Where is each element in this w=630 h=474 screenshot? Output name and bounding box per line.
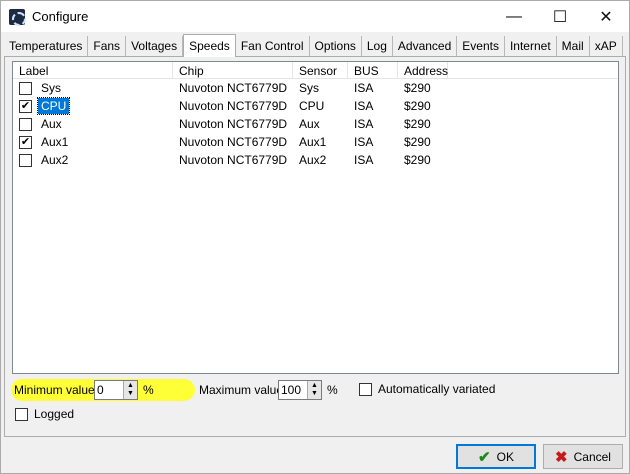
tab-mail[interactable]: Mail (557, 36, 590, 56)
spinner-arrows-icon[interactable]: ▲ ▼ (307, 381, 321, 399)
tab-internet[interactable]: Internet (505, 36, 557, 56)
logged-label: Logged (34, 407, 75, 421)
tab-speeds[interactable]: Speeds (183, 34, 236, 57)
row-bus-cell: ISA (354, 153, 374, 167)
tab-strip: Temperatures Fans Voltages Speeds Fan Co… (4, 34, 628, 57)
speeds-panel: Label Chip Sensor BUS Address Sys Nuvoton… (4, 56, 626, 437)
column-address[interactable]: Address (398, 62, 448, 79)
checkbox-icon[interactable] (19, 81, 32, 95)
row-sensor-cell: Aux (299, 117, 320, 131)
row-label-cell[interactable]: Sys (13, 80, 173, 96)
list-header: Label Chip Sensor BUS Address (13, 62, 618, 79)
row-bus-cell: ISA (354, 81, 374, 95)
row-label-cell[interactable]: Aux2 (13, 152, 173, 168)
list-item[interactable]: ✔ Aux1 Nuvoton NCT6779D Aux1 ISA $290 (13, 133, 618, 151)
checkmark-icon: ✔ (478, 448, 491, 466)
tab-temperatures[interactable]: Temperatures (4, 36, 89, 56)
row-bus-cell: ISA (354, 99, 374, 113)
list-item[interactable]: Sys Nuvoton NCT6779D Sys ISA $290 (13, 79, 618, 97)
checkbox-icon[interactable] (15, 407, 28, 421)
row-label-cell[interactable]: ✔ CPU (13, 97, 173, 115)
row-label: CPU (36, 97, 71, 115)
tab-log[interactable]: Log (362, 36, 393, 56)
row-sensor-cell: Aux1 (299, 135, 327, 149)
tab-xap[interactable]: xAP (590, 36, 623, 56)
row-label: Aux (41, 117, 62, 131)
row-address-cell: $290 (404, 135, 431, 149)
spinner-arrows-icon[interactable]: ▲ ▼ (123, 381, 137, 399)
column-chip[interactable]: Chip (173, 62, 293, 79)
column-label[interactable]: Label (13, 62, 173, 79)
speeds-list[interactable]: Label Chip Sensor BUS Address Sys Nuvoton… (12, 61, 619, 374)
row-address-cell: $290 (404, 117, 431, 131)
title-bar: Configure — ☐ ✕ (1, 1, 629, 32)
maximum-unit: % (327, 383, 338, 397)
fan-app-icon (9, 8, 26, 26)
list-item[interactable]: Aux Nuvoton NCT6779D Aux ISA $290 (13, 115, 618, 133)
row-sensor-cell: Aux2 (299, 153, 327, 167)
row-sensor-cell: Sys (299, 81, 320, 95)
row-chip-cell: Nuvoton NCT6779D (179, 117, 288, 131)
checkbox-icon[interactable] (19, 117, 32, 131)
list-item[interactable]: ✔ CPU Nuvoton NCT6779D CPU ISA $290 (13, 97, 618, 115)
minimum-value-label: Minimum value (14, 383, 95, 397)
tab-events[interactable]: Events (457, 36, 505, 56)
minimum-unit: % (143, 383, 154, 397)
tab-fans[interactable]: Fans (88, 36, 127, 56)
row-address-cell: $290 (404, 81, 431, 95)
maximum-value-input[interactable]: 100 (279, 383, 307, 397)
maximum-value-spinner[interactable]: 100 ▲ ▼ (278, 380, 322, 400)
maximum-value-label: Maximum value (199, 383, 284, 397)
row-label-cell[interactable]: ✔ Aux1 (13, 134, 173, 150)
tab-options[interactable]: Options (310, 36, 362, 56)
row-address-cell: $290 (404, 153, 431, 167)
minimum-value-spinner[interactable]: 0 ▲ ▼ (94, 380, 138, 400)
cancel-button[interactable]: ✖ Cancel (543, 444, 623, 469)
speed-options: Minimum value 0 ▲ ▼ % Maximum value 100 ▲… (5, 379, 625, 436)
column-sensor[interactable]: Sensor (293, 62, 348, 79)
row-bus-cell: ISA (354, 135, 374, 149)
row-label-cell[interactable]: Aux (13, 116, 173, 132)
row-chip-cell: Nuvoton NCT6779D (179, 153, 288, 167)
ok-button[interactable]: ✔ OK (456, 444, 536, 469)
row-sensor-cell: CPU (299, 99, 325, 113)
minimum-value-input[interactable]: 0 (95, 383, 123, 397)
checked-checkbox-icon[interactable]: ✔ (19, 135, 32, 149)
checked-checkbox-icon[interactable]: ✔ (19, 99, 32, 113)
maximize-button[interactable]: ☐ (537, 1, 583, 32)
configure-window: Configure — ☐ ✕ Temperatures Fans Voltag… (0, 0, 630, 474)
row-label: Aux2 (41, 153, 69, 167)
column-bus[interactable]: BUS (348, 62, 398, 79)
row-bus-cell: ISA (354, 117, 374, 131)
window-title: Configure (32, 9, 89, 24)
logged-checkbox[interactable]: Logged (15, 407, 74, 421)
row-address-cell: $290 (404, 99, 431, 113)
row-label: Sys (41, 81, 62, 95)
auto-variated-label: Automatically variated (378, 382, 496, 396)
close-button[interactable]: ✕ (583, 1, 629, 32)
auto-variated-checkbox[interactable]: Automatically variated (359, 382, 495, 396)
minimize-button[interactable]: — (491, 1, 537, 32)
cancel-label: Cancel (573, 449, 611, 464)
checkbox-icon[interactable] (19, 153, 32, 167)
checkbox-icon[interactable] (359, 382, 372, 396)
list-item[interactable]: Aux2 Nuvoton NCT6779D Aux2 ISA $290 (13, 151, 618, 169)
tab-fan-control[interactable]: Fan Control (236, 36, 310, 56)
ok-label: OK (496, 449, 514, 464)
tab-advanced[interactable]: Advanced (393, 36, 458, 56)
row-chip-cell: Nuvoton NCT6779D (179, 135, 288, 149)
tab-voltages[interactable]: Voltages (126, 36, 184, 56)
row-chip-cell: Nuvoton NCT6779D (179, 99, 288, 113)
x-icon: ✖ (555, 448, 568, 466)
row-chip-cell: Nuvoton NCT6779D (179, 81, 288, 95)
row-label: Aux1 (41, 135, 69, 149)
